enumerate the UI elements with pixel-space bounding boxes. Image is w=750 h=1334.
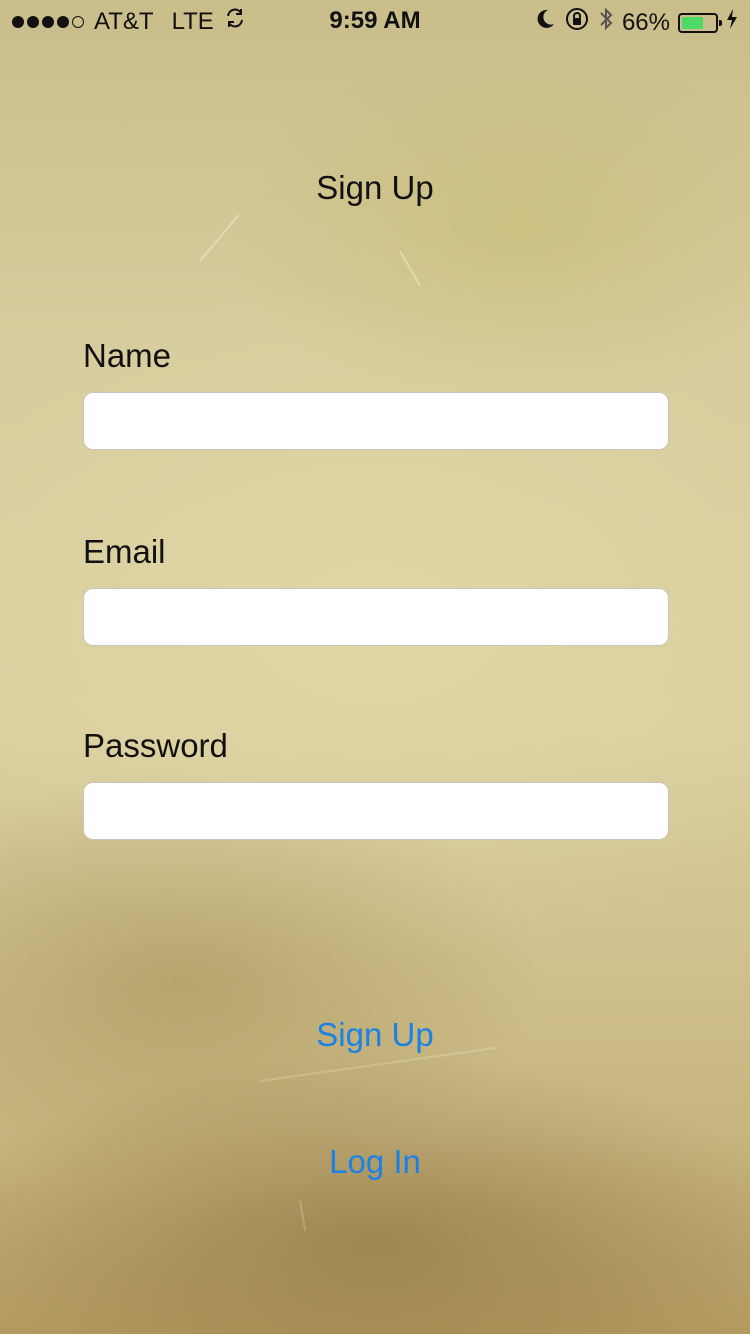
name-label: Name xyxy=(83,337,172,374)
battery-percent: 66% xyxy=(621,8,670,36)
charging-bolt-icon xyxy=(726,8,738,37)
password-label: Password xyxy=(83,727,228,764)
battery-level xyxy=(682,16,703,29)
page-title: Sign Up xyxy=(316,169,434,206)
sign-up-button[interactable]: Sign Up xyxy=(0,1016,750,1054)
password-field[interactable] xyxy=(83,782,669,840)
moon-icon xyxy=(534,7,556,38)
log-in-button[interactable]: Log In xyxy=(0,1143,750,1181)
rotation-lock-icon xyxy=(564,6,590,39)
email-field[interactable] xyxy=(83,588,669,646)
status-bar: AT&T LTE 9:59 AM 66% xyxy=(0,0,750,40)
bluetooth-icon xyxy=(598,6,614,39)
name-field[interactable] xyxy=(83,392,669,450)
status-right: 66% xyxy=(534,6,738,39)
email-label: Email xyxy=(83,533,166,570)
battery-icon xyxy=(678,12,722,33)
